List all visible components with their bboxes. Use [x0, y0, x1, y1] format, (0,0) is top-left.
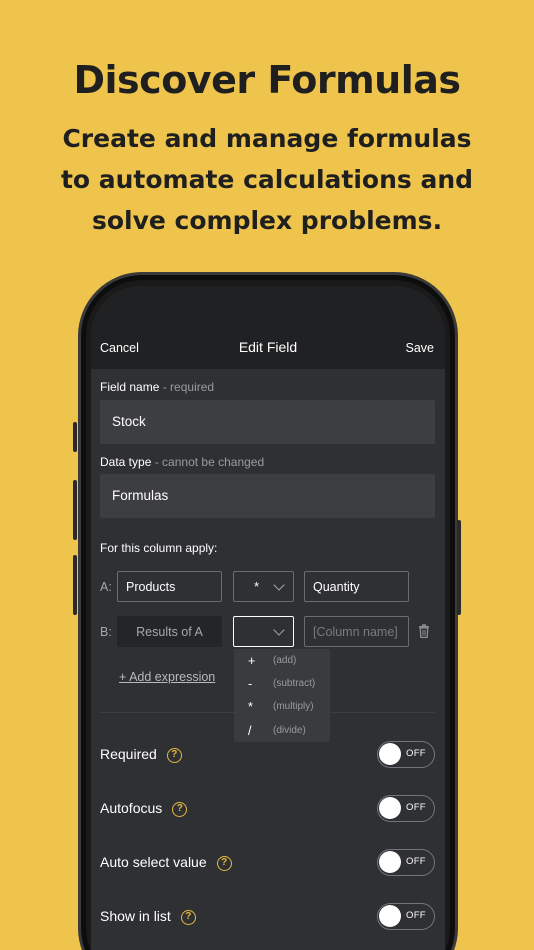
row-a-letter: A:: [100, 580, 112, 594]
option-label: Required: [100, 746, 157, 762]
row-a-right-column-select[interactable]: Quantity: [304, 571, 409, 602]
operator-option-subtract[interactable]: - (subtract): [234, 672, 330, 696]
question-circle-icon[interactable]: ?: [172, 801, 188, 817]
operator-option-symbol: -: [248, 677, 253, 691]
field-name-hint: - required: [162, 380, 215, 394]
toggle-knob: [379, 905, 401, 927]
field-name-label: Field name - required: [100, 380, 214, 394]
toggle-knob: [379, 743, 401, 765]
row-b-right-column-select[interactable]: [Column name]: [304, 616, 409, 647]
option-label: Autofocus: [100, 800, 163, 816]
autofocus-toggle[interactable]: OFF: [377, 795, 435, 822]
promo-subtitle-line1: Create and manage formulas: [62, 124, 472, 153]
row-a-operator-value: *: [254, 580, 259, 594]
auto-select-value-toggle[interactable]: OFF: [377, 849, 435, 876]
toggle-state: OFF: [406, 856, 426, 867]
question-circle-icon[interactable]: ?: [216, 855, 232, 871]
field-name-label-text: Field name: [100, 380, 160, 394]
row-b-operator-select[interactable]: [233, 616, 294, 647]
apply-label: For this column apply:: [100, 541, 218, 555]
field-name-input[interactable]: Stock: [100, 400, 435, 444]
chevron-down-icon: [273, 624, 285, 636]
data-type-label-text: Data type: [100, 455, 152, 469]
row-a-operator-select[interactable]: *: [233, 571, 294, 602]
question-circle-icon[interactable]: ?: [166, 747, 182, 763]
operator-option-desc: (subtract): [273, 678, 316, 689]
app-screen: Cancel Edit Field Save Field name - requ…: [91, 286, 445, 950]
operator-option-multiply[interactable]: * (multiply): [234, 695, 330, 719]
data-type-field: Formulas: [100, 474, 435, 518]
data-type-label: Data type - cannot be changed: [100, 455, 264, 469]
phone-side-button: [457, 520, 461, 615]
operator-option-desc: (add): [273, 655, 297, 666]
row-b-letter: B:: [100, 625, 112, 639]
trash-icon[interactable]: [418, 624, 430, 638]
add-expression-link[interactable]: + Add expression: [119, 670, 215, 684]
page-title: Edit Field: [238, 339, 298, 355]
toggle-state: OFF: [406, 748, 426, 759]
phone-side-button: [73, 555, 77, 615]
option-required: Required?: [100, 746, 182, 763]
question-circle-icon[interactable]: ?: [180, 909, 196, 925]
promo-subtitle: Create and manage formulas to automate c…: [40, 118, 494, 241]
toggle-knob: [379, 851, 401, 873]
chevron-down-icon: [273, 579, 285, 591]
operator-option-symbol: +: [248, 654, 256, 668]
operator-option-desc: (divide): [273, 725, 306, 736]
option-label: Show in list: [100, 908, 171, 924]
toggle-state: OFF: [406, 802, 426, 813]
row-a-left-column-select[interactable]: Products: [117, 571, 222, 602]
option-show-in-list: Show in list?: [100, 908, 196, 925]
promo-title: Discover Formulas: [73, 58, 461, 102]
row-b-left-value: Results of A: [117, 616, 222, 647]
operator-dropdown-menu: + (add) - (subtract) * (multiply) / (div…: [234, 649, 330, 742]
option-label: Auto select value: [100, 854, 207, 870]
show-in-list-toggle[interactable]: OFF: [377, 903, 435, 930]
option-autofocus: Autofocus?: [100, 800, 188, 817]
toggle-state: OFF: [406, 910, 426, 921]
save-button[interactable]: Save: [406, 341, 435, 355]
phone-side-button: [73, 422, 77, 452]
promo-subtitle-line2: to automate calculations and: [60, 165, 474, 194]
option-auto-select-value: Auto select value?: [100, 854, 232, 871]
divider: [100, 712, 435, 713]
data-type-hint: - cannot be changed: [154, 455, 265, 469]
operator-option-desc: (multiply): [273, 701, 314, 712]
toggle-knob: [379, 797, 401, 819]
operator-option-divide[interactable]: / (divide): [234, 719, 330, 743]
operator-option-symbol: /: [248, 724, 252, 738]
nav-bar: Cancel Edit Field Save: [91, 286, 445, 369]
phone-side-button: [73, 480, 77, 540]
promo-subtitle-line3: solve complex problems.: [91, 206, 443, 235]
operator-option-add[interactable]: + (add): [234, 649, 330, 673]
required-toggle[interactable]: OFF: [377, 741, 435, 768]
